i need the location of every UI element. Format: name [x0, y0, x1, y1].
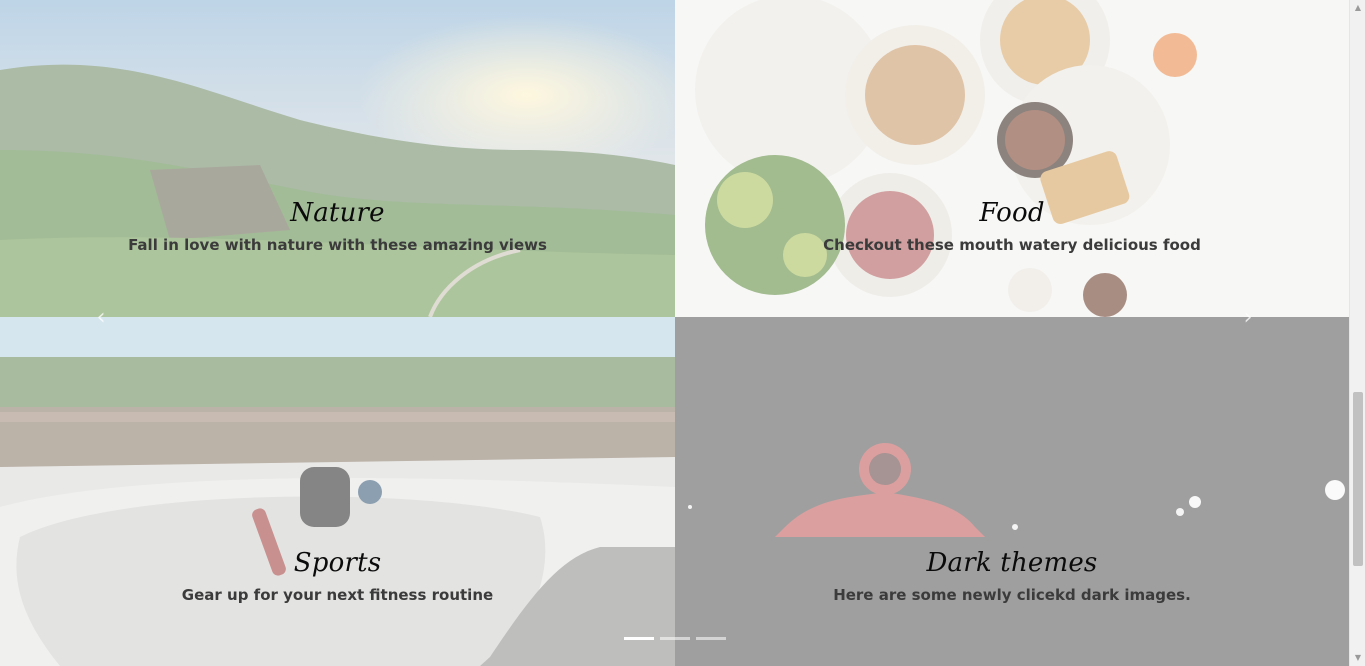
carousel-indicator-3[interactable]: [696, 637, 726, 640]
slide-dark-themes: Dark themes Here are some newly clicekd …: [675, 317, 1349, 666]
slide-nature: Nature Fall in love with nature with the…: [0, 0, 675, 317]
slide-subtitle: Fall in love with nature with these amaz…: [128, 236, 547, 254]
slide-subtitle: Checkout these mouth watery delicious fo…: [823, 236, 1201, 254]
carousel-next-button[interactable]: ›: [1233, 300, 1263, 336]
scroll-up-arrow-icon[interactable]: ▲: [1350, 0, 1365, 16]
carousel-indicator-1[interactable]: [624, 637, 654, 640]
image-carousel: Nature Fall in love with nature with the…: [0, 0, 1349, 666]
slide-caption: Sports Gear up for your next fitness rou…: [0, 546, 675, 605]
slide-subtitle: Gear up for your next fitness routine: [181, 586, 494, 604]
image-overlay: [675, 0, 1349, 317]
slide-caption: Dark themes Here are some newly clicekd …: [675, 546, 1349, 605]
image-overlay: [0, 0, 675, 317]
scroll-down-arrow-icon[interactable]: ▼: [1350, 650, 1365, 666]
chevron-right-icon: ›: [1243, 305, 1253, 330]
chevron-left-icon: ‹: [96, 305, 106, 330]
scrollbar-thumb[interactable]: [1353, 392, 1363, 566]
carousel-indicator-2[interactable]: [660, 637, 690, 640]
slide-caption: Food Checkout these mouth watery delicio…: [675, 196, 1349, 255]
slide-title: Dark themes: [926, 548, 1098, 578]
slide-title: Food: [979, 198, 1045, 228]
slide-sports: Sports Gear up for your next fitness rou…: [0, 317, 675, 666]
image-overlay: [675, 317, 1349, 666]
vertical-scrollbar[interactable]: ▲ ▼: [1349, 0, 1365, 666]
slide-title: Sports: [293, 548, 382, 578]
image-overlay: [0, 317, 675, 666]
carousel-prev-button[interactable]: ‹: [86, 300, 116, 336]
carousel-indicators: [624, 637, 726, 640]
slide-title: Nature: [290, 198, 385, 228]
slide-caption: Nature Fall in love with nature with the…: [0, 196, 675, 255]
slide-subtitle: Here are some newly clicekd dark images.: [833, 586, 1191, 604]
slide-food: Food Checkout these mouth watery delicio…: [675, 0, 1349, 317]
